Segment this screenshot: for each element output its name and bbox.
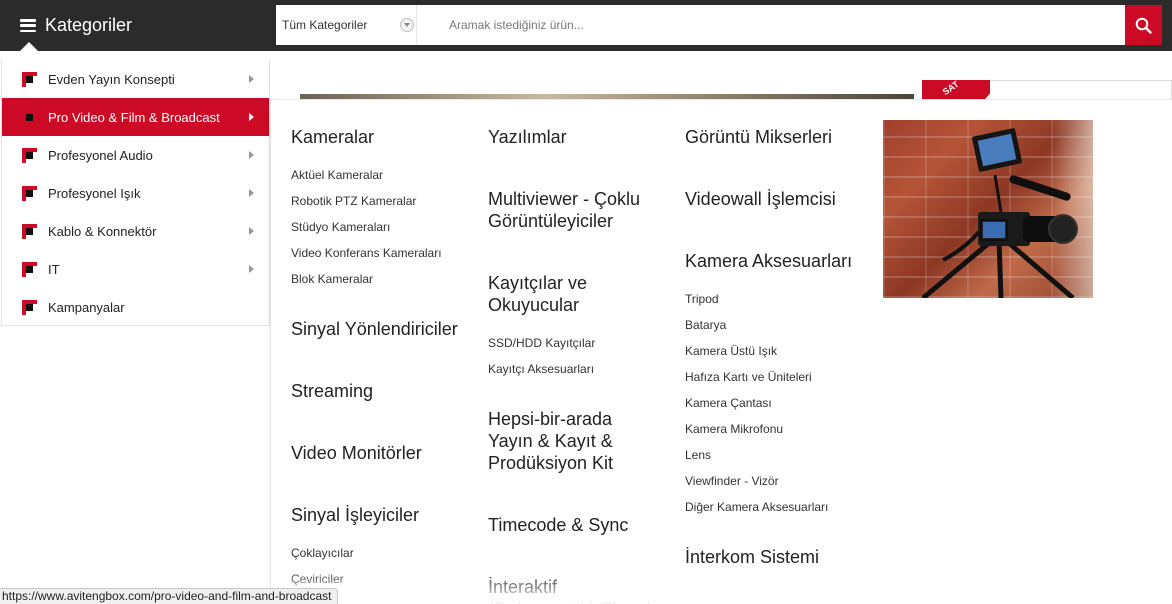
search-input[interactable] <box>417 5 1125 45</box>
camera-rig-icon <box>921 128 1078 298</box>
menu-link[interactable]: Video Konferans Kameraları <box>291 246 442 260</box>
menu-link[interactable]: Viewfinder - Vizör <box>685 474 779 488</box>
menu-heading-streaming[interactable]: Streaming <box>291 380 373 402</box>
category-bullet-icon <box>22 185 37 201</box>
menu-heading-multiviewer[interactable]: Multiviewer - Çoklu Görüntüleyiciler <box>488 188 668 232</box>
menu-link[interactable]: SSD/HDD Kayıtçılar <box>488 336 595 350</box>
category-bullet-icon <box>22 261 37 277</box>
menu-link[interactable]: Çoklayıcılar <box>291 546 354 560</box>
menu-link[interactable]: Aktüel Kameralar <box>291 168 383 182</box>
search-button[interactable] <box>1125 5 1162 45</box>
menu-link[interactable]: Lens <box>685 448 711 462</box>
categories-toggle-button[interactable]: Kategoriler <box>0 0 270 51</box>
menu-link[interactable]: Kamera Mikrofonu <box>685 422 783 436</box>
menu-link[interactable]: Çeviriciler <box>291 572 344 586</box>
categories-label: Kategoriler <box>45 15 133 35</box>
sidebar-item-pro-audio[interactable]: Profesyonel Audio <box>2 136 269 174</box>
category-select-value: Tüm Kategoriler <box>282 18 368 32</box>
category-select[interactable]: Tüm Kategoriler <box>276 5 417 45</box>
sidebar-item-label: Kablo & Konnektör <box>48 223 157 239</box>
category-sidebar: Evden Yayın Konsepti Pro Video & Film & … <box>1 60 270 326</box>
chevron-right-icon <box>249 265 254 273</box>
menu-link[interactable]: Hafıza Kartı ve Üniteleri <box>685 370 812 384</box>
menu-heading-goruntu-mikserleri[interactable]: Görüntü Mikserleri <box>685 126 832 148</box>
menu-heading-kamera-aksesuarlari[interactable]: Kamera Aksesuarları <box>685 250 875 272</box>
menu-heading-sinyal-yonlendiriciler[interactable]: Sinyal Yönlendiriciler <box>291 318 481 340</box>
sidebar-item-label: Kampanyalar <box>48 299 125 315</box>
menu-link[interactable]: Robotik PTZ Kameralar <box>291 194 416 208</box>
sidebar-item-label: IT <box>48 261 60 277</box>
chevron-down-icon <box>400 18 414 32</box>
menu-heading-timecode[interactable]: Timecode & Sync <box>488 514 628 536</box>
menu-link[interactable]: Stüdyo Kameraları <box>291 220 390 234</box>
menu-heading-interaktif[interactable]: İnteraktif (Dokunmatik) Ekranlar <box>488 576 668 604</box>
chevron-right-icon <box>249 151 254 159</box>
chevron-right-icon <box>249 75 254 83</box>
sidebar-item-label: Profesyonel Audio <box>48 147 153 163</box>
caret-up-icon <box>20 42 38 51</box>
search-icon <box>1135 17 1152 34</box>
menu-heading-yazilimlar[interactable]: Yazılımlar <box>488 126 567 148</box>
sidebar-item-kampanyalar[interactable]: Kampanyalar <box>2 288 269 326</box>
top-bar: Kategoriler Tüm Kategoriler <box>0 0 1172 51</box>
menu-heading-video-monitorler[interactable]: Video Monitörler <box>291 442 422 464</box>
menu-heading-hepsi-bir-arada[interactable]: Hepsi-bir-arada Yayın & Kayıt & Prodüksi… <box>488 408 638 474</box>
category-bullet-icon <box>22 223 37 239</box>
menu-link[interactable]: Kamera Üstü Işık <box>685 344 777 358</box>
menu-link[interactable]: Kamera Çantası <box>685 396 772 410</box>
sidebar-item-it[interactable]: IT <box>2 250 269 288</box>
menu-heading-interkom[interactable]: İnterkom Sistemi <box>685 546 819 568</box>
menu-link[interactable]: Blok Kameralar <box>291 272 373 286</box>
category-bullet-icon <box>22 71 37 87</box>
sidebar-item-evden-yayin[interactable]: Evden Yayın Konsepti <box>2 60 269 98</box>
menu-link[interactable]: Batarya <box>685 318 726 332</box>
browser-status-url: https://www.avitengbox.com/pro-video-and… <box>0 588 339 604</box>
sidebar-item-pro-isik[interactable]: Profesyonel Işık <box>2 174 269 212</box>
sidebar-item-label: Evden Yayın Konsepti <box>48 71 175 87</box>
promo-camera-image[interactable] <box>883 120 1093 298</box>
chevron-right-icon <box>249 189 254 197</box>
sidebar-item-kablo[interactable]: Kablo & Konnektör <box>2 212 269 250</box>
mega-menu-panel: Kameralar Aktüel Kameralar Robotik PTZ K… <box>270 99 1172 604</box>
scroll-fade <box>271 570 1172 604</box>
menu-heading-kameralar[interactable]: Kameralar <box>291 126 374 148</box>
search-bar: Tüm Kategoriler <box>276 5 1162 45</box>
category-bullet-icon <box>22 299 37 315</box>
hamburger-icon <box>20 19 36 32</box>
category-bullet-icon <box>22 109 37 125</box>
chevron-right-icon <box>249 113 254 121</box>
menu-heading-sinyal-isleyiciler[interactable]: Sinyal İşleyiciler <box>291 504 419 526</box>
sidebar-item-label: Profesyonel Işık <box>48 185 141 201</box>
menu-heading-kayitcilar[interactable]: Kayıtçılar ve Okuyucular <box>488 272 628 316</box>
menu-heading-videowall[interactable]: Videowall İşlemcisi <box>685 188 836 210</box>
sidebar-item-label: Pro Video & Film & Broadcast <box>48 109 220 125</box>
category-bullet-icon <box>22 147 37 163</box>
sidebar-item-pro-video[interactable]: Pro Video & Film & Broadcast <box>2 98 269 136</box>
menu-link[interactable]: Tripod <box>685 292 719 306</box>
chevron-right-icon <box>249 227 254 235</box>
menu-link[interactable]: Diğer Kamera Aksesuarları <box>685 500 828 514</box>
menu-link[interactable]: Kayıtçı Aksesuarları <box>488 362 594 376</box>
